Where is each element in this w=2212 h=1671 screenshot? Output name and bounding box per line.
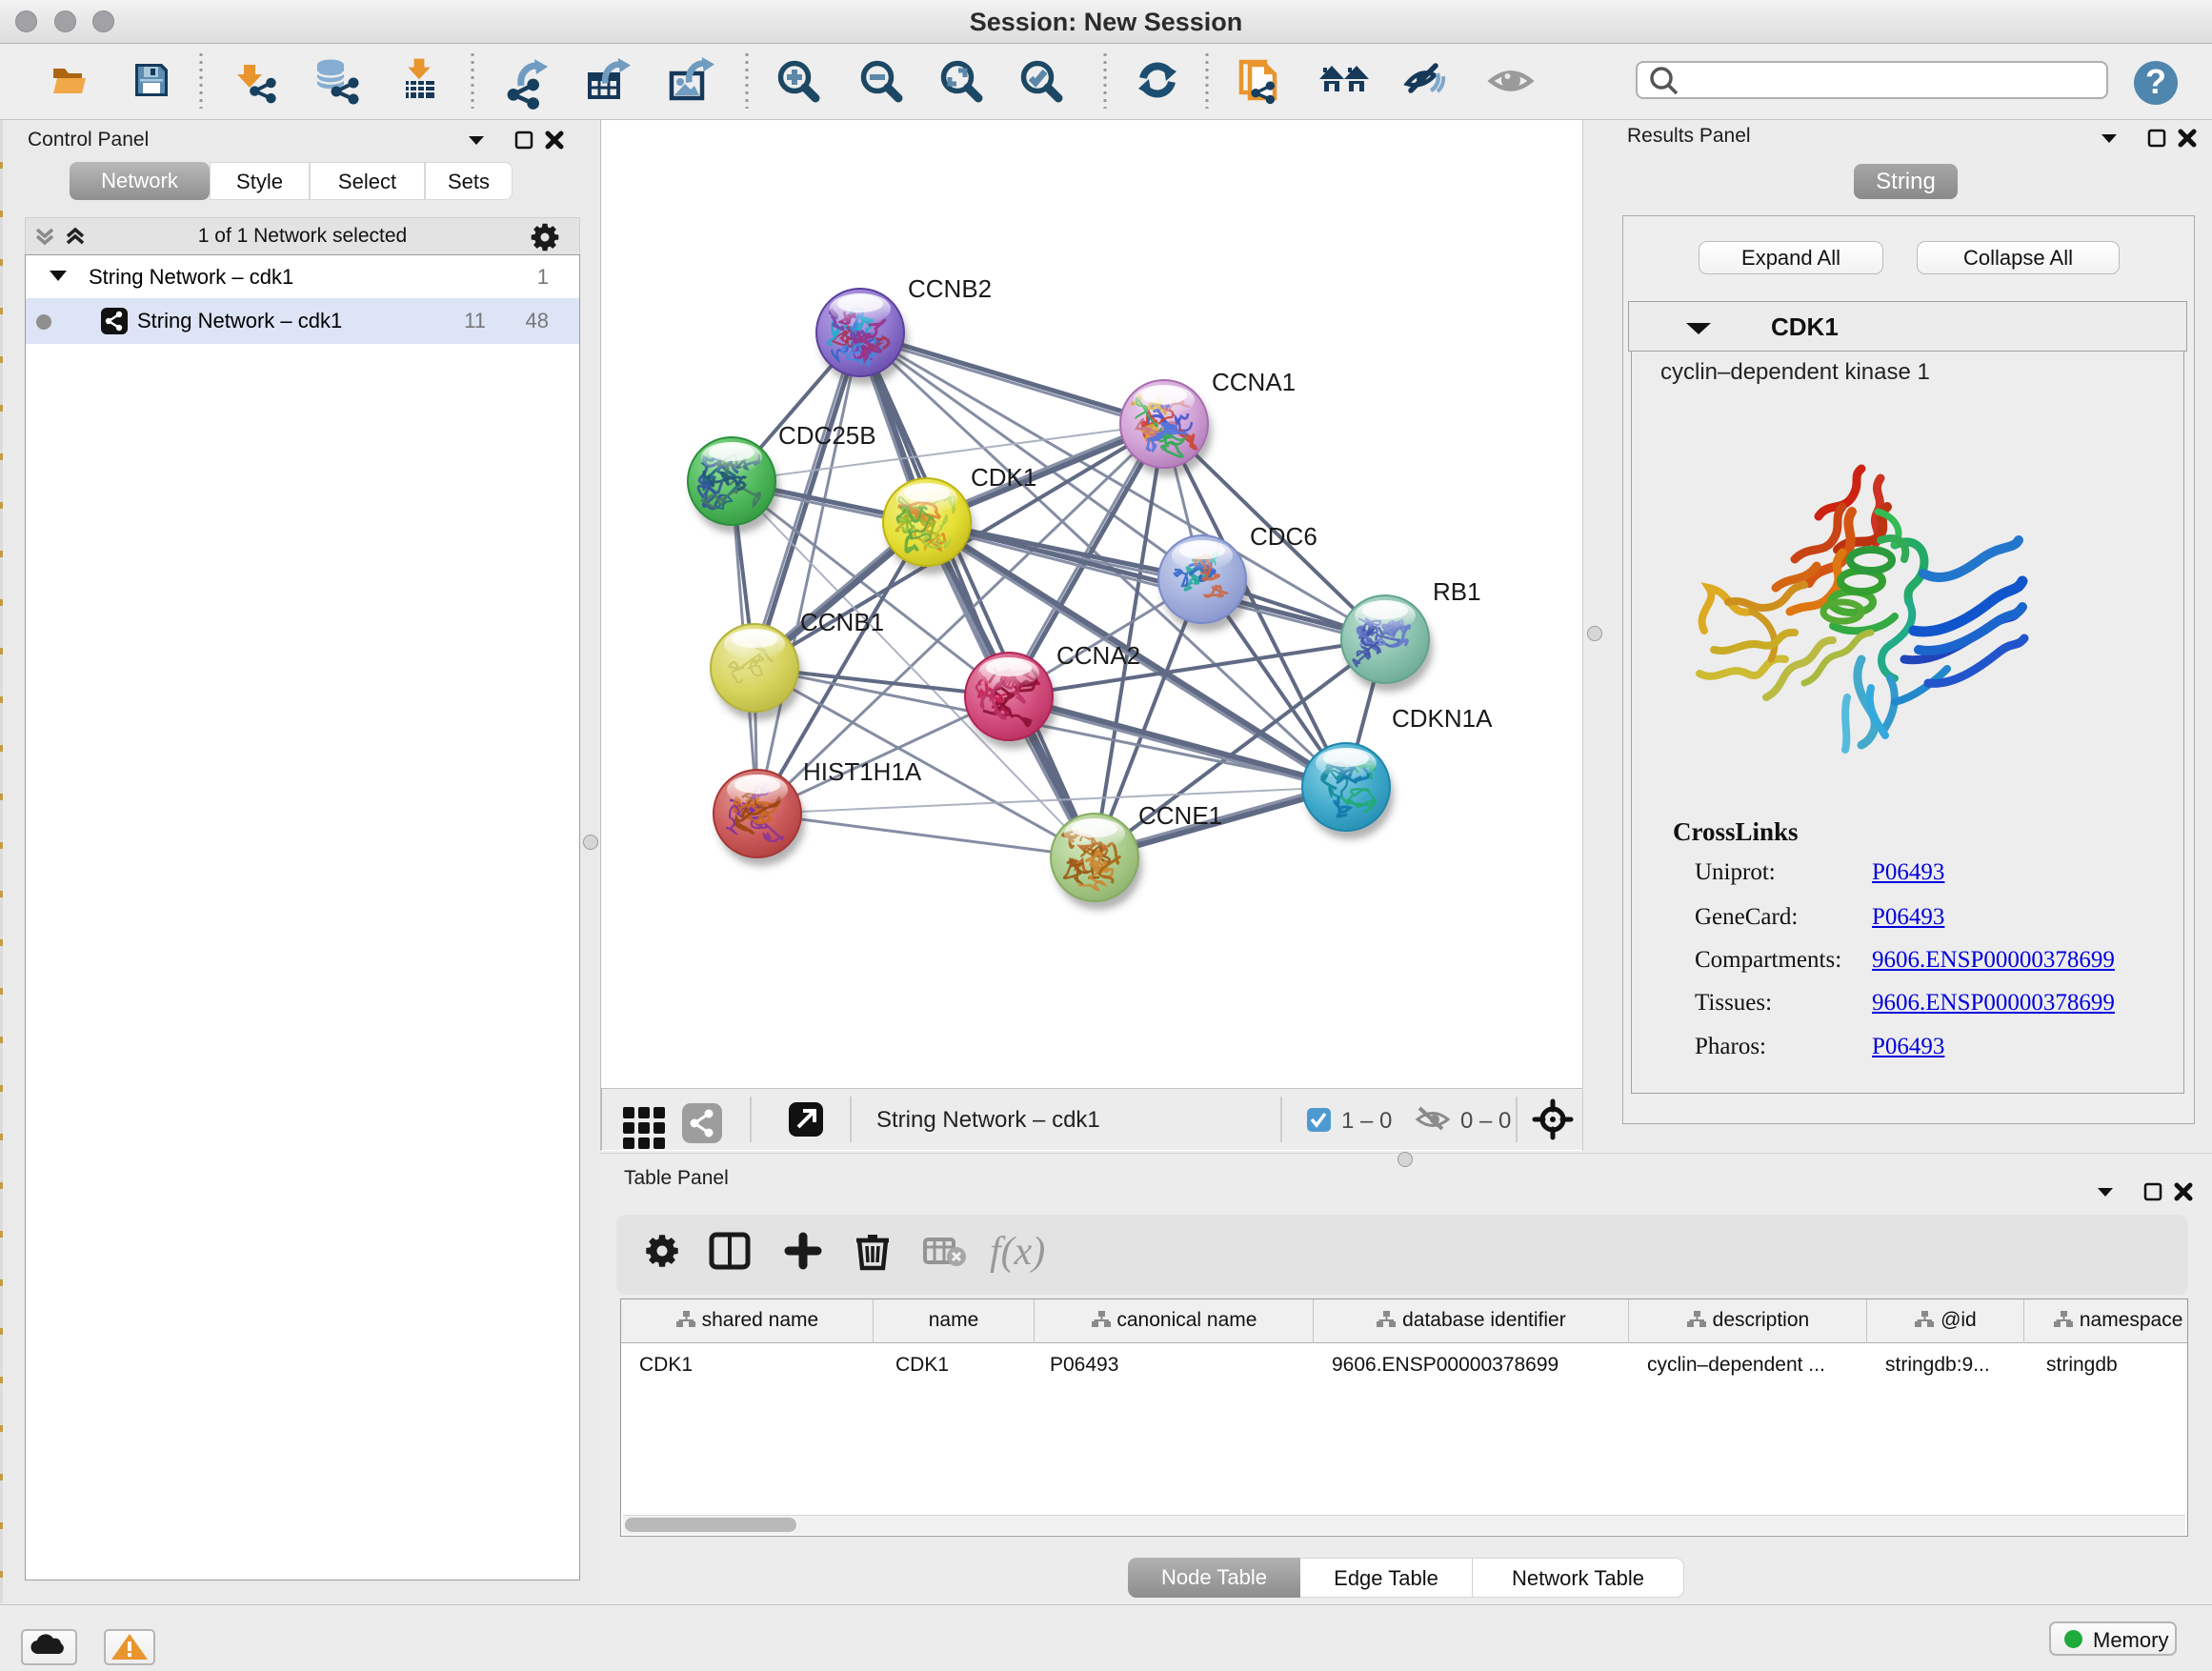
svg-text:HIST1H1A: HIST1H1A: [803, 757, 922, 786]
svg-text:CDC6: CDC6: [1250, 522, 1317, 551]
svg-text:CDC25B: CDC25B: [778, 421, 876, 450]
svg-text:1 – 0: 1 – 0: [1341, 1108, 1392, 1134]
svg-text:CDKN1A: CDKN1A: [1392, 704, 1493, 733]
svg-text:CCNE1: CCNE1: [1138, 801, 1222, 830]
svg-text:CCNB1: CCNB1: [800, 608, 884, 636]
svg-text:CDK1: CDK1: [971, 463, 1036, 492]
svg-text:String Network – cdk1: String Network – cdk1: [876, 1107, 1100, 1133]
svg-text:RB1: RB1: [1433, 577, 1481, 606]
svg-text:0 – 0: 0 – 0: [1460, 1108, 1511, 1134]
svg-text:CCNA1: CCNA1: [1212, 368, 1296, 396]
svg-text:?: ?: [2145, 62, 2166, 101]
svg-text:CCNB2: CCNB2: [908, 274, 992, 303]
svg-text:f(x): f(x): [990, 1230, 1045, 1274]
svg-text:CCNA2: CCNA2: [1056, 641, 1140, 670]
